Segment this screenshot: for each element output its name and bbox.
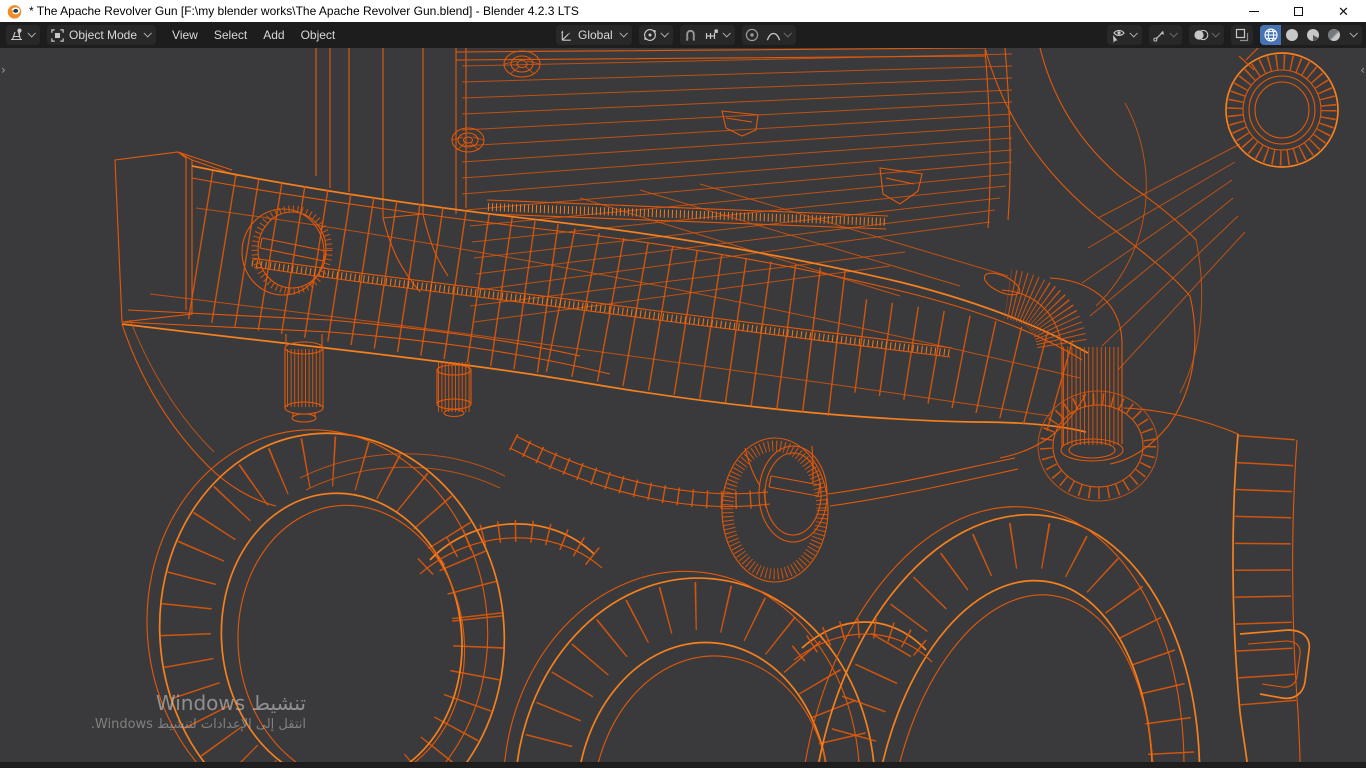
blender-logo-icon: [7, 4, 22, 19]
header-right-controls: [1107, 25, 1362, 45]
object-visibility-dropdown[interactable]: [1107, 25, 1142, 45]
minimize-icon: [1248, 10, 1259, 12]
chevron-down-icon: [783, 28, 792, 38]
snap-toggle-button[interactable]: [680, 25, 701, 45]
shading-dropdown[interactable]: [1344, 25, 1362, 45]
close-button[interactable]: ✕: [1321, 0, 1366, 22]
editor-3d-viewport-icon: [11, 28, 22, 41]
shading-rendered-icon: [1327, 29, 1340, 41]
gizmo-arrow-icon: [1153, 30, 1164, 42]
minimize-button[interactable]: [1231, 0, 1276, 22]
shading-mode-group: [1260, 25, 1362, 45]
knuckle-ring-left: [146, 429, 506, 762]
shading-wireframe-icon: [1263, 28, 1278, 42]
snapping-group: [679, 25, 735, 45]
chevron-down-icon: [1129, 28, 1138, 38]
mode-selector-dropdown[interactable]: Object Mode: [47, 25, 157, 45]
snap-increment-icon: [705, 29, 718, 39]
proportional-editing-group: [741, 25, 796, 45]
chevron-down-icon: [1169, 28, 1178, 38]
window-title: * The Apache Revolver Gun [F:\my blender…: [29, 4, 579, 18]
menu-add[interactable]: Add: [255, 25, 292, 45]
revolver-cylinder: [451, 48, 1013, 323]
wireframe-model: [114, 48, 1339, 762]
proportional-editing-toggle[interactable]: [742, 25, 763, 45]
window-controls: ✕: [1231, 0, 1366, 22]
knurled-knob-top-right: [1225, 48, 1339, 168]
restore-icon: [1294, 6, 1303, 16]
ring-arches: [417, 519, 937, 664]
proportional-editing-icon: [745, 28, 759, 42]
frame-top: [315, 48, 986, 293]
menu-object[interactable]: Object: [293, 25, 344, 45]
frame-right: [984, 48, 1246, 465]
xray-toggle-button[interactable]: [1231, 25, 1253, 45]
center-screw-knob: [721, 437, 829, 583]
viewport-3d[interactable]: › ‹ تنشيط Windows انتقل إلى الإعدادات لت…: [0, 48, 1366, 762]
restore-button[interactable]: [1276, 0, 1321, 22]
status-bar: [0, 762, 1366, 768]
knuckle-ring-middle: [502, 570, 876, 762]
chevron-down-icon: [722, 28, 731, 38]
transform-orientation-dropdown[interactable]: Global: [556, 25, 632, 45]
chevron-down-icon: [143, 28, 152, 38]
editor-type-dropdown[interactable]: [6, 25, 40, 45]
chevron-down-icon: [1211, 28, 1220, 38]
close-icon: ✕: [1338, 3, 1349, 19]
show-object-types-icon: [1113, 30, 1125, 43]
knuckle-ring-right: [798, 506, 1201, 762]
magnet-icon: [685, 29, 695, 41]
shading-solid-button[interactable]: [1281, 25, 1302, 45]
object-mode-icon: [51, 28, 64, 42]
header-center-controls: Global: [556, 25, 796, 45]
falloff-dropdown[interactable]: [763, 25, 796, 45]
chevron-down-icon: [619, 28, 628, 38]
shading-solid-icon: [1285, 29, 1298, 41]
shading-material-button[interactable]: [1302, 25, 1323, 45]
overlays-icon: [1194, 29, 1209, 41]
mode-label: Object Mode: [69, 28, 138, 42]
xray-icon: [1235, 28, 1249, 42]
right-bar-hook: [1123, 407, 1311, 762]
chevron-down-icon: [1349, 28, 1358, 38]
frame-beam: [114, 151, 1096, 437]
gizmos-dropdown[interactable]: [1149, 25, 1182, 45]
orientation-label: Global: [578, 28, 613, 42]
viewport-header: Object Mode View Select Add Object Globa…: [0, 22, 1366, 48]
pivot-point-icon: [643, 29, 656, 41]
chevron-down-icon: [27, 28, 36, 38]
smooth-falloff-icon: [766, 32, 780, 40]
overlays-dropdown[interactable]: [1189, 25, 1224, 45]
chevron-down-icon: [660, 28, 669, 38]
toolbar-expand-icon[interactable]: ›: [1, 64, 6, 76]
snap-target-dropdown[interactable]: [701, 25, 735, 45]
shading-material-icon: [1306, 29, 1319, 41]
orientation-global-icon: [561, 29, 571, 41]
window-titlebar: * The Apache Revolver Gun [F:\my blender…: [0, 0, 1366, 22]
sidebar-expand-icon[interactable]: ‹: [1360, 64, 1365, 76]
shading-rendered-button[interactable]: [1323, 25, 1344, 45]
menu-select[interactable]: Select: [206, 25, 255, 45]
shading-wireframe-button[interactable]: [1260, 25, 1281, 45]
menu-view[interactable]: View: [164, 25, 206, 45]
pivot-point-dropdown[interactable]: [638, 25, 673, 45]
blender-window: * The Apache Revolver Gun [F:\my blender…: [0, 0, 1366, 768]
